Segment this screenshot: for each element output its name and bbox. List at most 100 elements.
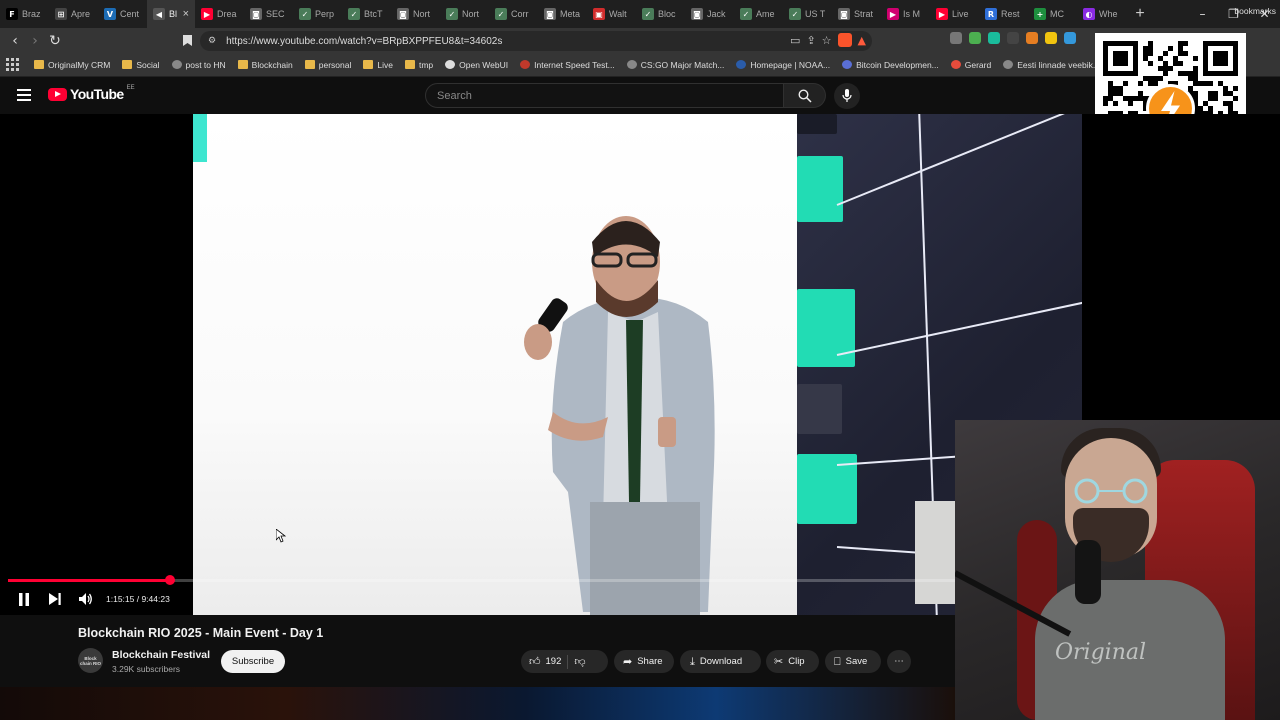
bookmark-link[interactable]: Internet Speed Test... bbox=[514, 60, 621, 70]
browser-tab[interactable]: ✓ Bloc bbox=[636, 0, 685, 28]
cast-icon[interactable]: ▭ bbox=[790, 34, 800, 47]
channel-name[interactable]: Blockchain Festival bbox=[112, 649, 210, 661]
more-actions-button[interactable]: ⋯ bbox=[887, 650, 911, 673]
browser-tab[interactable]: ◙ Strat bbox=[832, 0, 881, 28]
subscriber-count: 3.29K subscribers bbox=[112, 664, 181, 674]
bookmark-folder[interactable]: Social bbox=[116, 60, 165, 70]
bookmark-label: tmp bbox=[418, 59, 434, 70]
speaker-figure bbox=[524, 216, 715, 615]
browser-tab[interactable]: ✓ US T bbox=[783, 0, 832, 28]
browser-tab[interactable]: R Rest bbox=[979, 0, 1028, 28]
bookmark-folder[interactable]: Live bbox=[357, 60, 399, 70]
forward-arrow-icon[interactable]: › bbox=[25, 30, 45, 52]
bookmark-link[interactable]: Bitcoin Developmen... bbox=[836, 60, 945, 70]
browser-tab[interactable]: ▶ Drea bbox=[195, 0, 244, 28]
streamer-webcam-overlay: Original bbox=[955, 420, 1280, 720]
voice-search-button[interactable] bbox=[834, 83, 860, 109]
brave-shield-icon[interactable] bbox=[837, 33, 852, 47]
tab-title: Nort bbox=[413, 9, 431, 19]
browser-tab[interactable]: ✓ Perp bbox=[293, 0, 342, 28]
save-button[interactable]: ⎕ Save bbox=[825, 650, 881, 673]
extension-icon[interactable] bbox=[988, 32, 1000, 44]
apps-grid-icon[interactable] bbox=[6, 57, 20, 72]
youtube-logo[interactable]: YouTube EE bbox=[48, 85, 135, 102]
extension-icon[interactable] bbox=[1026, 32, 1038, 44]
bookmark-link[interactable]: CS:GO Major Match... bbox=[621, 60, 731, 70]
bookmark-label: CS:GO Major Match... bbox=[640, 59, 725, 70]
tab-title: MC bbox=[1050, 9, 1064, 19]
volume-button[interactable] bbox=[78, 591, 94, 607]
bookmark-label: personal bbox=[318, 59, 352, 70]
search-input[interactable]: Search bbox=[425, 83, 784, 108]
close-tab-icon[interactable]: × bbox=[183, 8, 189, 20]
bookmark-link[interactable]: Gerard bbox=[945, 60, 997, 70]
search-button[interactable] bbox=[784, 83, 826, 108]
bookmark-link[interactable]: Open WebUI bbox=[439, 60, 514, 70]
address-bar[interactable]: ⚙ https://www.youtube.com/watch?v=BRpBXP… bbox=[200, 31, 872, 51]
browser-tab[interactable]: ◙ Jack bbox=[685, 0, 734, 28]
bookmark-link[interactable]: post to HN bbox=[166, 60, 232, 70]
browser-tab[interactable]: ◐ Whe bbox=[1077, 0, 1126, 28]
progress-scrubber[interactable] bbox=[165, 575, 176, 585]
thumbs-up-icon[interactable]: 👍︎ bbox=[529, 655, 541, 668]
bookmark-folder[interactable]: Blockchain bbox=[232, 60, 299, 70]
bookmark-folder[interactable]: personal bbox=[299, 60, 358, 70]
star-icon[interactable]: ☆ bbox=[822, 34, 832, 47]
browser-tab[interactable]: ✓ Ame bbox=[734, 0, 783, 28]
browser-tab[interactable]: ◙ Nort bbox=[391, 0, 440, 28]
skip-next-icon bbox=[49, 593, 61, 605]
browser-tab[interactable]: ◙ SEC bbox=[244, 0, 293, 28]
thumbs-down-icon[interactable]: 👎︎ bbox=[574, 655, 585, 668]
reload-icon[interactable]: ↻ bbox=[45, 30, 65, 52]
new-tab-button[interactable]: + bbox=[1126, 0, 1154, 28]
share-button[interactable]: ➦ Share bbox=[614, 650, 674, 673]
tab-title: Bl bbox=[169, 9, 177, 19]
bookmark-label: Blockchain bbox=[251, 59, 293, 70]
menu-icon[interactable] bbox=[17, 89, 31, 101]
browser-tab[interactable]: ✓ BtcT bbox=[342, 0, 391, 28]
bookmark-label: Eesti linnade veebik... bbox=[1017, 59, 1100, 70]
bookmark-label: Open WebUI bbox=[459, 59, 509, 70]
brave-rewards-icon[interactable]: ▲ bbox=[858, 34, 866, 47]
site-info-icon[interactable]: ⚙ bbox=[208, 36, 216, 46]
browser-tab[interactable]: ◙ Meta bbox=[538, 0, 587, 28]
pause-button[interactable] bbox=[16, 591, 32, 607]
bookmark-label: post to HN bbox=[185, 59, 226, 70]
bookmark-link[interactable]: Eesti linnade veebik... bbox=[997, 60, 1106, 70]
browser-tab[interactable]: ▶ Is M bbox=[881, 0, 930, 28]
download-icon: ⤓ bbox=[690, 654, 695, 668]
browser-tab[interactable]: ▣ Walt bbox=[587, 0, 636, 28]
browser-tab[interactable]: ✓ Nort bbox=[440, 0, 489, 28]
more-icon: ⋯ bbox=[894, 656, 904, 667]
browser-tab[interactable]: ▶ Live bbox=[930, 0, 979, 28]
channel-avatar[interactable]: Block chain RIO bbox=[78, 648, 103, 673]
extension-icon[interactable] bbox=[1045, 32, 1057, 44]
extension-icon[interactable] bbox=[1007, 32, 1019, 44]
like-count[interactable]: 192 bbox=[546, 656, 562, 667]
browser-tab[interactable]: + MC bbox=[1028, 0, 1077, 28]
extension-icon[interactable] bbox=[1064, 32, 1076, 44]
bookmark-icon[interactable] bbox=[177, 29, 197, 51]
bookmark-label: Bitcoin Developmen... bbox=[856, 59, 939, 70]
next-button[interactable] bbox=[47, 591, 63, 607]
browser-tab[interactable]: ✓ Corr bbox=[489, 0, 538, 28]
browser-tab[interactable]: ◀ Bl × bbox=[147, 0, 195, 28]
extension-icon[interactable] bbox=[950, 32, 962, 44]
browser-tab[interactable]: F Braz bbox=[0, 0, 49, 28]
download-button[interactable]: ⤓ Download bbox=[680, 650, 761, 673]
share-page-icon[interactable]: ⇪ bbox=[806, 34, 815, 47]
bookmark-link[interactable]: Homepage | NOAA... bbox=[730, 60, 836, 70]
tab-favicon-icon: ✓ bbox=[642, 8, 654, 20]
extension-icon[interactable] bbox=[969, 32, 981, 44]
browser-tab[interactable]: V Cent bbox=[98, 0, 147, 28]
bookmark-folder[interactable]: tmp bbox=[399, 60, 439, 70]
minimize-button[interactable]: – bbox=[1187, 0, 1218, 28]
all-bookmarks-label[interactable]: bookmarks bbox=[1234, 6, 1276, 16]
clip-button[interactable]: ✂ Clip bbox=[766, 650, 819, 673]
back-arrow-icon[interactable]: ‹ bbox=[5, 30, 25, 52]
browser-tab[interactable]: ⊞ Apre bbox=[49, 0, 98, 28]
video-frame[interactable] bbox=[193, 114, 1082, 615]
youtube-header: YouTube EE Search bbox=[0, 77, 1280, 114]
bookmark-folder[interactable]: OriginalMy CRM bbox=[28, 60, 116, 70]
subscribe-button[interactable]: Subscribe bbox=[221, 650, 285, 673]
